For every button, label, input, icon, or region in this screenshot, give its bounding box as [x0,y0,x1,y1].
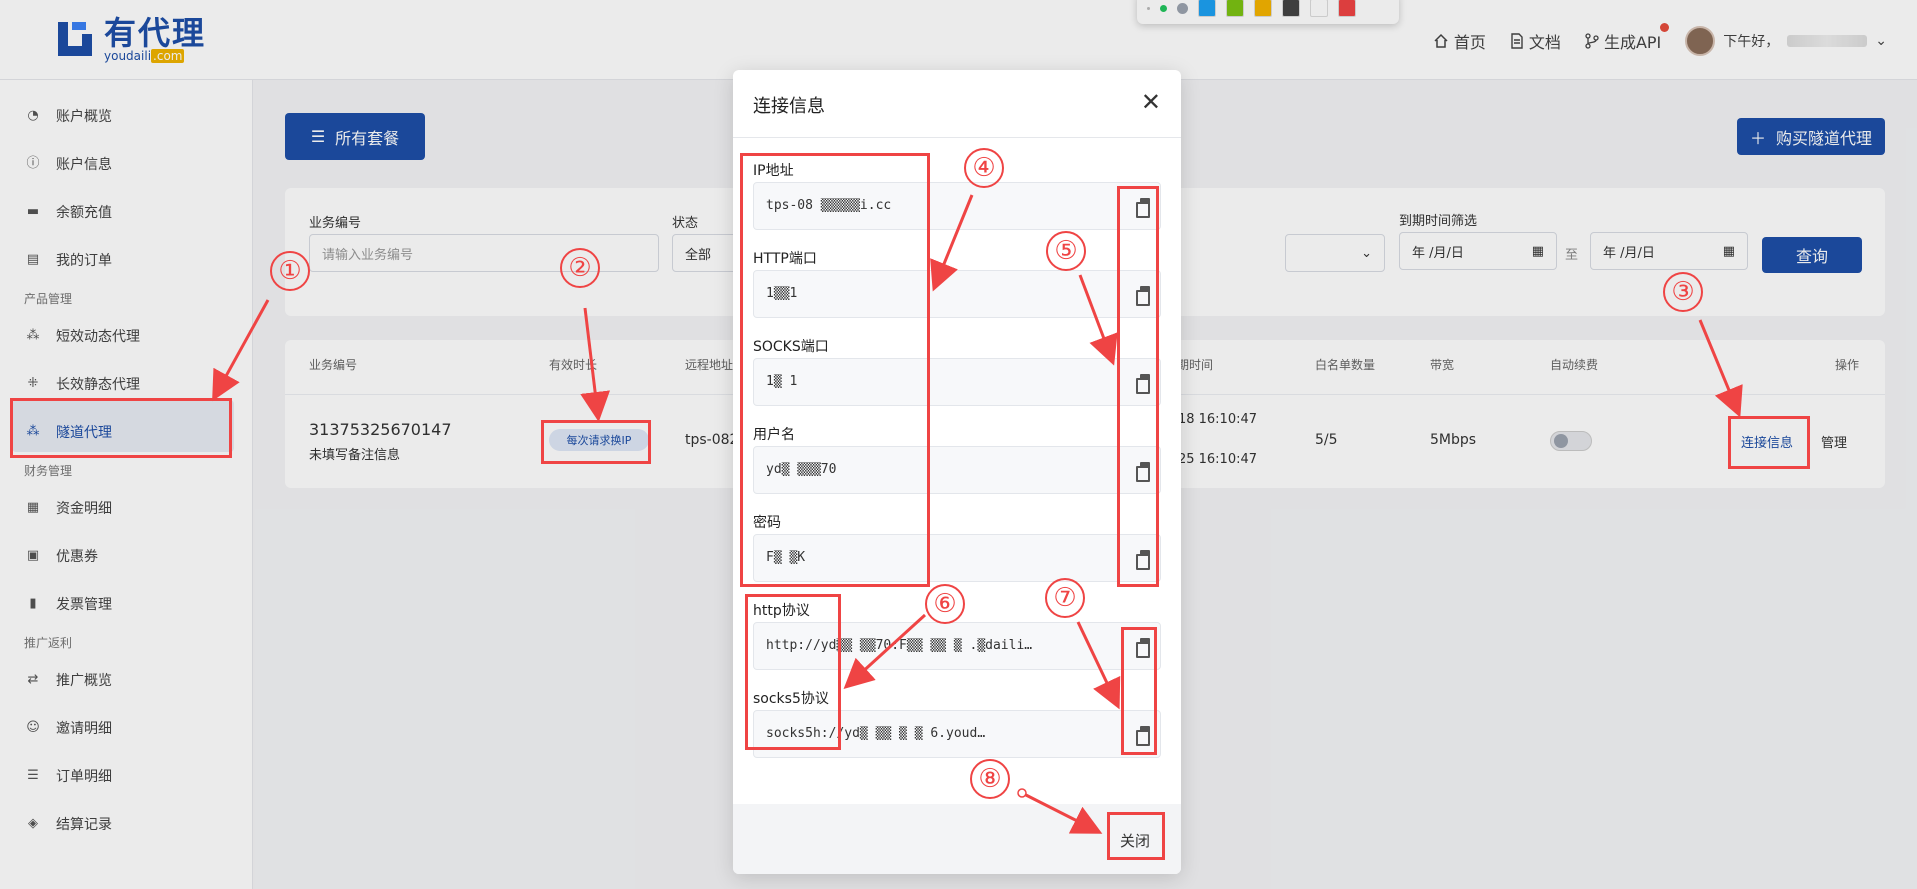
annotation-box-copy-top [1117,186,1159,587]
annotation-box-sidebar [10,398,232,458]
annotation-box-close [1107,812,1165,860]
annotation-number-3: ③ [1663,272,1703,312]
annotation-number-4: ④ [964,148,1004,188]
annotation-number-7: ⑦ [1045,578,1085,618]
close-icon[interactable]: ✕ [1141,88,1161,116]
annotation-number-5: ⑤ [1046,231,1086,271]
annotation-number-2: ② [560,248,600,288]
annotation-box-protocols [745,594,841,750]
annotation-box-badge [541,420,651,464]
annotation-number-8: ⑧ [970,759,1010,799]
annotation-number-6: ⑥ [925,584,965,624]
annotation-box-connect [1728,416,1810,469]
annotation-box-copy-bottom [1121,627,1157,755]
annotation-box-fields [740,153,930,587]
modal-header: 连接信息 ✕ [733,70,1181,138]
modal-title: 连接信息 [753,96,825,117]
annotation-number-1: ① [270,251,310,291]
